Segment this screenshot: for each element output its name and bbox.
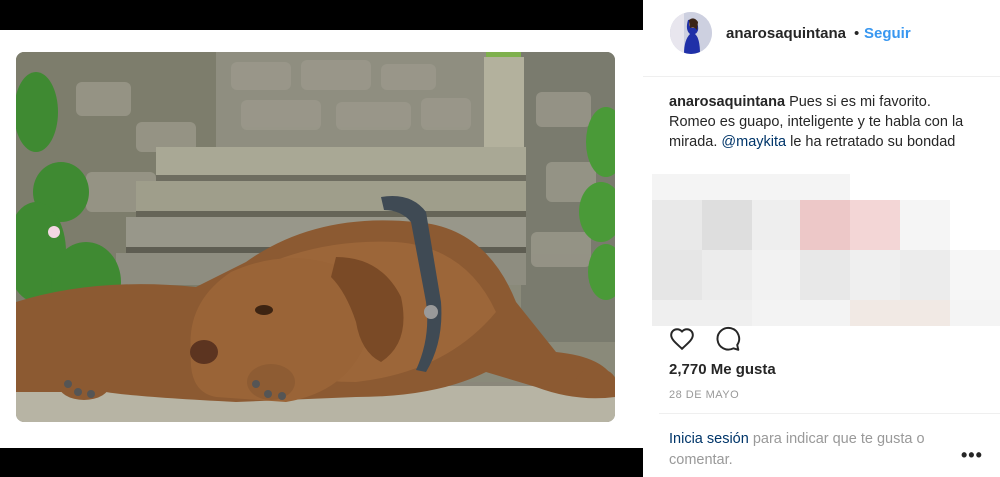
header-separator: • xyxy=(854,25,860,42)
post-username[interactable]: anarosaquintana xyxy=(726,25,846,42)
follow-button[interactable]: Seguir xyxy=(864,25,911,42)
likes-count[interactable]: 2,770 Me gusta xyxy=(669,361,776,378)
post-caption: anarosaquintana Pues si es mi favorito. … xyxy=(669,92,969,152)
post-date[interactable]: 28 DE MAYO xyxy=(669,389,739,401)
post-media-area xyxy=(0,0,643,477)
more-options-icon[interactable]: ••• xyxy=(961,445,983,466)
divider xyxy=(659,413,1000,414)
caption-text-end: le ha retratado su bondad xyxy=(790,134,956,150)
post-header: anarosaquintana • Seguir xyxy=(643,0,1000,77)
avatar[interactable] xyxy=(670,12,712,54)
pixelated-comments xyxy=(652,174,1000,326)
caption-mention-link[interactable]: @maykita xyxy=(721,134,786,150)
comment-icon[interactable] xyxy=(715,326,741,352)
heart-icon[interactable] xyxy=(669,326,695,352)
login-prompt: Inicia sesión para indicar que te gusta … xyxy=(669,429,969,471)
dog-photo-illustration xyxy=(16,52,615,422)
avatar-image xyxy=(670,12,712,54)
caption-username[interactable]: anarosaquintana xyxy=(669,94,785,110)
media-frame xyxy=(0,30,643,448)
login-link[interactable]: Inicia sesión xyxy=(669,431,749,447)
post-photo[interactable] xyxy=(16,52,615,422)
